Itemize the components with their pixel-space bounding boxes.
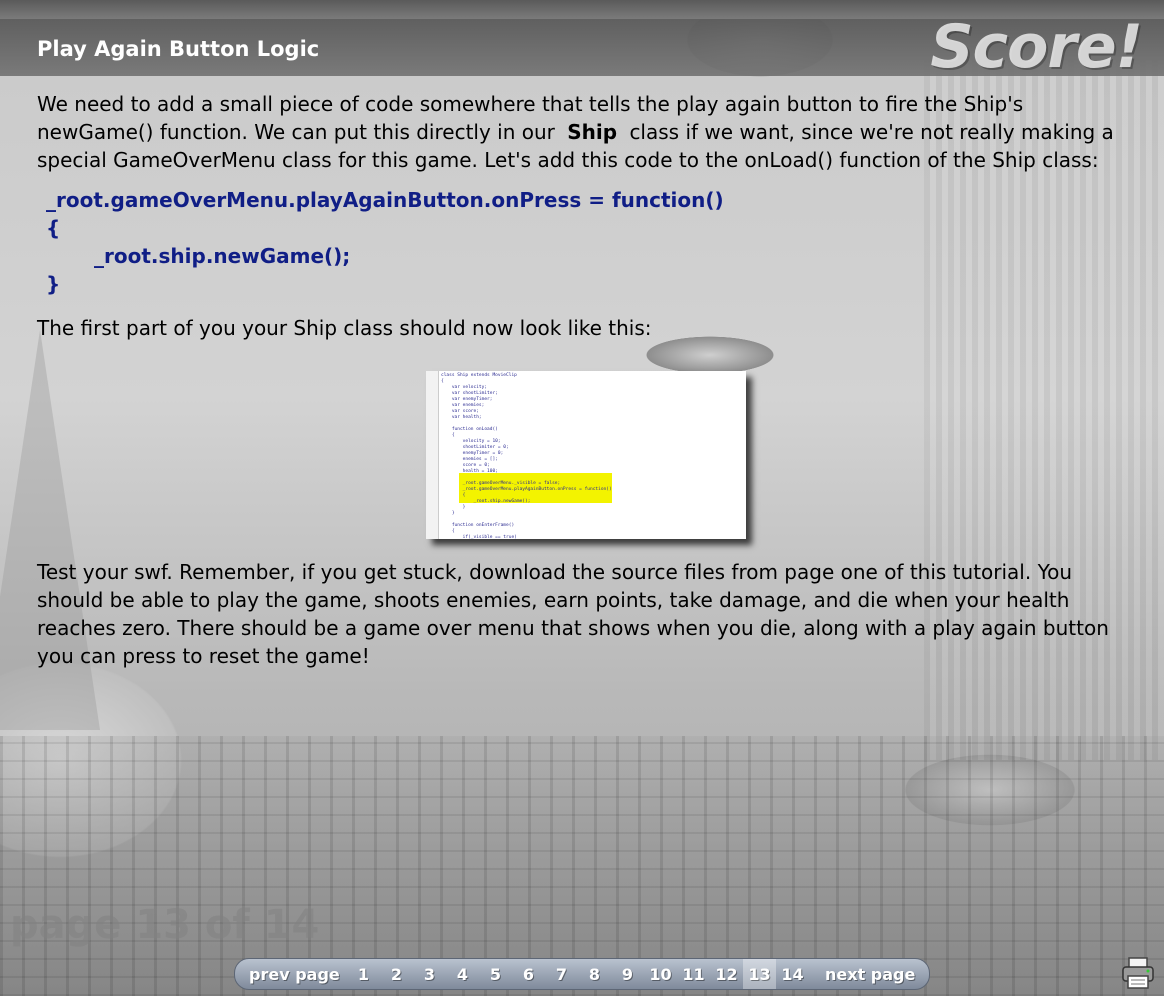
intro-line-3: special GameOverMenu class for this game…	[37, 148, 1099, 172]
page-link-3[interactable]: 3	[413, 959, 446, 989]
intro-line-1: We need to add a small piece of code som…	[37, 92, 1024, 116]
printer-icon[interactable]	[1120, 956, 1156, 990]
line-number-gutter	[426, 371, 439, 539]
page-indicator: page 13 of 14	[10, 902, 320, 948]
code-screenshot-thumbnail: class Ship extends MovieClip{ var veloci…	[426, 371, 746, 539]
page-navigation: prev page 1 2 3 4 5 6 7 8 9 10 11 12 13 14 next page	[234, 958, 930, 990]
code-block: _root.gameOverMenu.playAgainButton.onPre…	[46, 186, 1122, 298]
page-link-5[interactable]: 5	[479, 959, 512, 989]
intro-paragraph: We need to add a small piece of code som…	[37, 90, 1122, 174]
page-link-4[interactable]: 4	[446, 959, 479, 989]
prev-page-button[interactable]: prev page	[249, 965, 347, 984]
code-line-1: _root.gameOverMenu.playAgainButton.onPre…	[46, 188, 724, 212]
intro-line-2: newGame() function. We can put this dire…	[37, 118, 1122, 146]
page-link-7[interactable]: 7	[545, 959, 578, 989]
page-link-10[interactable]: 10	[644, 959, 677, 989]
next-page-button[interactable]: next page	[825, 965, 915, 984]
brand-logo: Score!	[930, 12, 1143, 82]
after-code-text: The first part of you your Ship class sh…	[37, 316, 652, 340]
thumbnail-code-line: if(_visible == true)	[441, 535, 517, 539]
code-line-3: _root.ship.newGame();	[94, 244, 351, 268]
closing-paragraph: Test your swf. Remember, if you get stuc…	[37, 560, 1109, 668]
page-link-1[interactable]: 1	[347, 959, 380, 989]
intro-line-2-post: class if we want, since we're not really…	[629, 120, 1114, 144]
page-link-11[interactable]: 11	[677, 959, 710, 989]
code-line-4: }	[46, 272, 61, 296]
page-link-13[interactable]: 13	[743, 959, 776, 989]
intro-line-2-pre: newGame() function. We can put this dire…	[37, 120, 555, 144]
thumbnail-code-line: _root.gameOverMenu.playAgainButton.onPre…	[441, 487, 612, 492]
page-number-list: 1 2 3 4 5 6 7 8 9 10 11 12 13 14	[347, 959, 809, 989]
code-line-2: {	[46, 216, 61, 240]
page-link-14[interactable]: 14	[776, 959, 809, 989]
page-link-12[interactable]: 12	[710, 959, 743, 989]
page-link-9[interactable]: 9	[611, 959, 644, 989]
page-link-6[interactable]: 6	[512, 959, 545, 989]
page-link-2[interactable]: 2	[380, 959, 413, 989]
thumbnail-code-lines: class Ship extends MovieClip{ var veloci…	[441, 373, 612, 539]
background-city	[0, 736, 1164, 996]
main-content: We need to add a small piece of code som…	[37, 90, 1122, 342]
background-spike	[0, 330, 100, 730]
ship-class-name: Ship	[567, 120, 618, 144]
page-link-8[interactable]: 8	[578, 959, 611, 989]
page-title: Play Again Button Logic	[37, 37, 320, 61]
